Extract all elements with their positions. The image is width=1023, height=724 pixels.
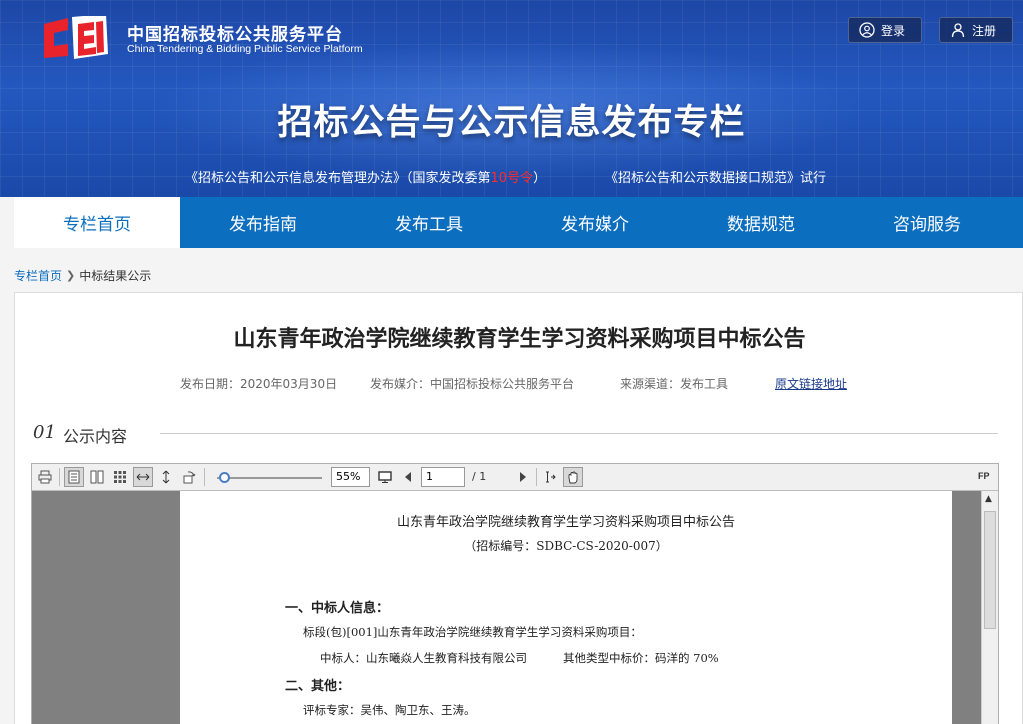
user-icon bbox=[951, 23, 965, 38]
article-card: 山东青年政治学院继续教育学生学习资料采购项目中标公告 发布日期：2020年03月… bbox=[14, 292, 1023, 724]
breadcrumb: 专栏首页 ❯ 中标结果公示 bbox=[14, 267, 151, 284]
scrollbar-thumb[interactable] bbox=[984, 511, 996, 629]
nav-item-tools[interactable]: 发布工具 bbox=[346, 197, 512, 248]
zoom-input[interactable]: 55% bbox=[331, 467, 370, 487]
doc-price: 其他类型中标价：码洋的 70% bbox=[563, 651, 719, 665]
section-label: 公示内容 bbox=[63, 427, 128, 446]
toolbar-separator bbox=[59, 468, 60, 486]
breadcrumb-current: 中标结果公示 bbox=[79, 269, 152, 283]
thumbnail-grid-icon[interactable] bbox=[110, 467, 130, 487]
doc-heading-other: 二、其他： bbox=[285, 679, 351, 694]
nav-item-media[interactable]: 发布媒介 bbox=[512, 197, 678, 248]
doc-title: 山东青年政治学院继续教育学生学习资料采购项目中标公告 bbox=[396, 515, 735, 530]
zoom-slider-knob[interactable] bbox=[219, 472, 231, 483]
article-title: 山东青年政治学院继续教育学生学习资料采购项目中标公告 bbox=[233, 327, 806, 352]
pdf-viewer: 55% 1 / 1 FP 山东青年政治学院继续教育学生学习资料采购项目中标公告 bbox=[31, 463, 999, 724]
brand-name-cn: 中国招标投标公共服务平台 bbox=[127, 25, 343, 45]
next-page-icon[interactable] bbox=[513, 467, 533, 487]
rotate-page-icon[interactable] bbox=[179, 467, 199, 487]
register-button[interactable]: 注册 bbox=[939, 17, 1013, 43]
section-divider bbox=[160, 433, 998, 434]
policy-link-management-measures[interactable]: 《招标公告和公示信息发布管理办法》（国家发改委第10号令） bbox=[185, 167, 546, 186]
scroll-up-icon[interactable]: ▲ bbox=[985, 494, 992, 504]
section-number: 01 bbox=[33, 422, 56, 443]
hand-pan-icon[interactable] bbox=[563, 467, 583, 487]
single-page-view-icon[interactable] bbox=[64, 467, 84, 487]
main-nav: 专栏首页 发布指南 发布工具 发布媒介 数据规范 咨询服务 bbox=[14, 197, 1023, 248]
publish-media: 发布媒介：中国招标投标公共服务平台 bbox=[370, 377, 575, 391]
platform-logo-icon[interactable] bbox=[40, 16, 112, 60]
original-link[interactable]: 原文链接地址 bbox=[775, 375, 847, 392]
brand-name-en: China Tendering & Bidding Public Service… bbox=[127, 43, 363, 55]
toolbar-separator bbox=[204, 468, 205, 486]
viewer-toolbar: 55% 1 / 1 FP bbox=[32, 464, 998, 491]
site-header: 中国招标投标公共服务平台 China Tendering & Bidding P… bbox=[0, 0, 1023, 197]
doc-lot: 标段(包)[001]山东青年政治学院继续教育学生学习资料采购项目： bbox=[303, 625, 642, 639]
login-button[interactable]: 登录 bbox=[848, 17, 922, 43]
zoom-slider-track[interactable] bbox=[217, 477, 322, 479]
banner-title: 招标公告与公示信息发布专栏 bbox=[277, 103, 746, 143]
two-page-view-icon[interactable] bbox=[87, 467, 107, 487]
policy-a-suffix: ） bbox=[533, 171, 547, 186]
pdf-page: 山东青年政治学院继续教育学生学习资料采购项目中标公告 （招标编号：SDBC-CS… bbox=[180, 491, 952, 724]
doc-heading-winner-info: 一、中标人信息： bbox=[285, 601, 390, 616]
fit-width-icon[interactable] bbox=[133, 467, 153, 487]
chevron-right-icon: ❯ bbox=[66, 269, 76, 282]
toolbar-separator bbox=[536, 468, 537, 486]
page-number-input[interactable]: 1 bbox=[421, 467, 465, 487]
nav-item-data-spec[interactable]: 数据规范 bbox=[678, 197, 844, 248]
fit-height-icon[interactable] bbox=[156, 467, 176, 487]
nav-item-home[interactable]: 专栏首页 bbox=[14, 197, 180, 248]
doc-experts: 评标专家：吴伟、陶卫东、王涛。 bbox=[303, 703, 476, 717]
policy-a-prefix: 《招标公告和公示信息发布管理办法》（国家发改委第 bbox=[185, 171, 491, 186]
login-label: 登录 bbox=[881, 23, 906, 38]
policy-link-data-interface-spec[interactable]: 《招标公告和公示数据接口规范》试行 bbox=[605, 167, 826, 186]
text-select-icon[interactable] bbox=[540, 467, 560, 487]
user-circle-icon bbox=[859, 22, 875, 38]
policy-a-number: 10号令 bbox=[490, 171, 534, 186]
register-label: 注册 bbox=[972, 23, 997, 38]
fp-label[interactable]: FP bbox=[978, 471, 990, 481]
nav-item-consulting[interactable]: 咨询服务 bbox=[844, 197, 1010, 248]
breadcrumb-home-link[interactable]: 专栏首页 bbox=[14, 267, 62, 284]
print-icon[interactable] bbox=[35, 467, 55, 487]
viewer-scrollbar[interactable]: ▲ bbox=[981, 491, 998, 724]
page-total: / 1 bbox=[472, 470, 487, 483]
doc-tender-code: （招标编号：SDBC-CS-2020-007） bbox=[464, 539, 668, 553]
source-channel: 来源渠道：发布工具 bbox=[620, 377, 729, 391]
doc-winner: 中标人：山东曦焱人生教育科技有限公司 bbox=[320, 651, 527, 665]
monitor-icon[interactable] bbox=[375, 467, 395, 487]
nav-item-guide[interactable]: 发布指南 bbox=[180, 197, 346, 248]
publish-date: 发布日期：2020年03月30日 bbox=[180, 377, 338, 391]
previous-page-icon[interactable] bbox=[398, 467, 418, 487]
